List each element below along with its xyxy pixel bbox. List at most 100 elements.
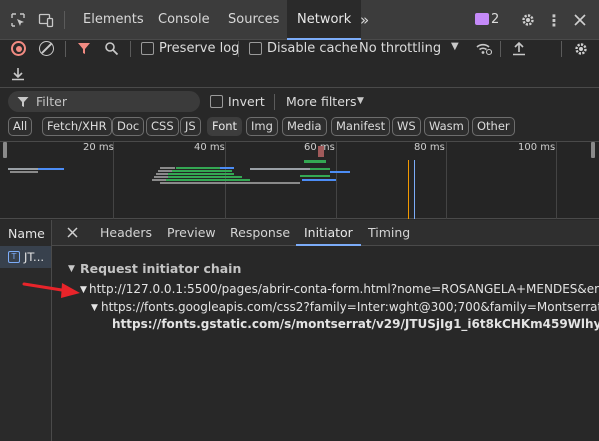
overview-left-handle[interactable] bbox=[3, 142, 7, 158]
tick-label: 100 ms bbox=[518, 142, 556, 153]
import-har-icon[interactable] bbox=[512, 41, 526, 59]
type-filter-doc[interactable]: Doc bbox=[112, 117, 145, 136]
kebab-menu-icon[interactable]: ⋮ bbox=[544, 10, 564, 30]
toolbar-divider-line bbox=[0, 87, 599, 88]
filter-funnel-icon bbox=[17, 97, 29, 107]
more-tabs-button[interactable]: » bbox=[350, 0, 379, 40]
request-bar bbox=[168, 173, 234, 175]
tick-label: 80 ms bbox=[414, 142, 445, 153]
preserve-log-label[interactable]: Preserve log bbox=[159, 41, 239, 56]
tab-timing[interactable]: Timing bbox=[360, 220, 418, 246]
invert-checkbox[interactable] bbox=[210, 95, 223, 108]
selected-request-url[interactable]: https://fonts.gstatic.com/s/montserrat/v… bbox=[112, 317, 599, 331]
type-filter-img[interactable]: Img bbox=[246, 117, 278, 136]
tree-expand-triangle-icon[interactable]: ▼ bbox=[91, 303, 98, 313]
request-bar bbox=[166, 179, 250, 181]
settings-gear-icon[interactable] bbox=[518, 10, 538, 30]
close-devtools-icon[interactable] bbox=[570, 10, 590, 30]
dom-content-loaded-line bbox=[408, 160, 409, 219]
chevron-down-icon[interactable]: ▼ bbox=[451, 41, 459, 52]
request-bar bbox=[330, 171, 350, 173]
load-event-line bbox=[414, 160, 415, 219]
devtools-tab-bar: Elements Console Sources Network » 2 ⋮ bbox=[0, 0, 599, 40]
chevron-down-icon[interactable]: ▼ bbox=[357, 96, 364, 106]
request-list: Name T JT... bbox=[0, 220, 52, 441]
tab-initiator[interactable]: Initiator bbox=[296, 220, 361, 246]
network-settings-gear-icon[interactable] bbox=[573, 41, 589, 60]
request-bar bbox=[300, 175, 330, 177]
toolbar-divider bbox=[64, 11, 65, 29]
tab-response[interactable]: Response bbox=[222, 220, 298, 246]
request-name: JT... bbox=[24, 250, 45, 264]
disable-cache-label[interactable]: Disable cache bbox=[267, 41, 358, 56]
type-filter-js[interactable]: JS bbox=[180, 117, 201, 136]
request-bar bbox=[152, 179, 166, 181]
network-overview[interactable]: 20 ms 40 ms 60 ms 80 ms 100 ms bbox=[0, 141, 599, 219]
request-bar bbox=[302, 179, 336, 181]
initiator-url[interactable]: https://fonts.googleapis.com/css2?family… bbox=[101, 300, 599, 314]
annotation-arrow-icon bbox=[22, 282, 80, 298]
type-filter-wasm[interactable]: Wasm bbox=[424, 117, 469, 136]
type-filter-css[interactable]: CSS bbox=[146, 117, 179, 136]
type-filter-fetch-xhr[interactable]: Fetch/XHR bbox=[42, 117, 112, 136]
tab-sources[interactable]: Sources bbox=[218, 0, 289, 40]
type-filter-manifest[interactable]: Manifest bbox=[331, 117, 391, 136]
request-bar bbox=[172, 170, 232, 172]
tab-console[interactable]: Console bbox=[148, 0, 220, 40]
invert-label[interactable]: Invert bbox=[228, 94, 265, 109]
toolbar-divider bbox=[130, 41, 131, 57]
grid-line bbox=[446, 142, 447, 219]
close-details-icon[interactable] bbox=[67, 227, 78, 241]
toolbar-divider bbox=[65, 41, 66, 57]
details-tab-bar: Headers Preview Response Initiator Timin… bbox=[52, 220, 599, 246]
network-conditions-icon[interactable] bbox=[475, 41, 493, 59]
tab-headers[interactable]: Headers bbox=[92, 220, 160, 246]
clear-icon[interactable] bbox=[39, 41, 54, 56]
inspect-element-icon[interactable] bbox=[8, 10, 28, 30]
more-filters-button[interactable]: More filters bbox=[286, 94, 357, 109]
grid-line bbox=[556, 142, 557, 219]
type-filter-ws[interactable]: WS bbox=[392, 117, 421, 136]
record-icon[interactable] bbox=[11, 41, 26, 56]
export-har-icon[interactable] bbox=[11, 66, 25, 84]
filter-input[interactable]: Filter bbox=[8, 91, 200, 112]
filter-funnel-icon[interactable] bbox=[77, 41, 92, 59]
toolbar-divider bbox=[561, 41, 562, 57]
toolbar-divider bbox=[274, 94, 275, 110]
preserve-log-checkbox[interactable] bbox=[141, 42, 154, 55]
type-filter-other[interactable]: Other bbox=[472, 117, 515, 136]
grid-line bbox=[113, 142, 114, 219]
initiator-panel: ▼ Request initiator chain ▼ http://127.0… bbox=[53, 247, 599, 441]
type-filter-media[interactable]: Media bbox=[282, 117, 327, 136]
search-icon[interactable] bbox=[104, 41, 119, 59]
tab-preview[interactable]: Preview bbox=[159, 220, 224, 246]
request-bar bbox=[8, 168, 38, 170]
device-toolbar-icon[interactable] bbox=[36, 10, 56, 30]
request-bar bbox=[176, 167, 220, 169]
disable-cache-checkbox[interactable] bbox=[249, 42, 262, 55]
issues-count[interactable]: 2 bbox=[491, 12, 499, 27]
type-filter-all[interactable]: All bbox=[8, 117, 33, 136]
name-column-header[interactable]: Name bbox=[8, 226, 45, 241]
throttling-select[interactable]: No throttling bbox=[359, 41, 441, 56]
request-bar bbox=[310, 168, 330, 170]
type-filter-font[interactable]: Font bbox=[207, 117, 243, 136]
tab-elements[interactable]: Elements bbox=[73, 0, 154, 40]
request-bar bbox=[250, 168, 310, 170]
initiator-url[interactable]: http://127.0.0.1:5500/pages/abrir-conta-… bbox=[89, 282, 599, 296]
overview-right-handle[interactable] bbox=[591, 142, 595, 158]
request-bar bbox=[160, 182, 300, 184]
request-bar bbox=[158, 170, 172, 172]
toolbar-divider bbox=[238, 41, 239, 57]
request-bar bbox=[38, 168, 64, 170]
request-row[interactable]: T JT... bbox=[0, 246, 51, 268]
font-file-icon: T bbox=[8, 251, 20, 263]
request-bar bbox=[168, 176, 242, 178]
section-expand-triangle-icon[interactable]: ▼ bbox=[68, 264, 75, 274]
request-bar bbox=[10, 171, 38, 173]
request-bar bbox=[154, 176, 168, 178]
filter-placeholder: Filter bbox=[36, 94, 67, 109]
issues-icon[interactable] bbox=[475, 13, 489, 25]
request-bar bbox=[318, 146, 324, 157]
section-title[interactable]: Request initiator chain bbox=[80, 261, 241, 276]
